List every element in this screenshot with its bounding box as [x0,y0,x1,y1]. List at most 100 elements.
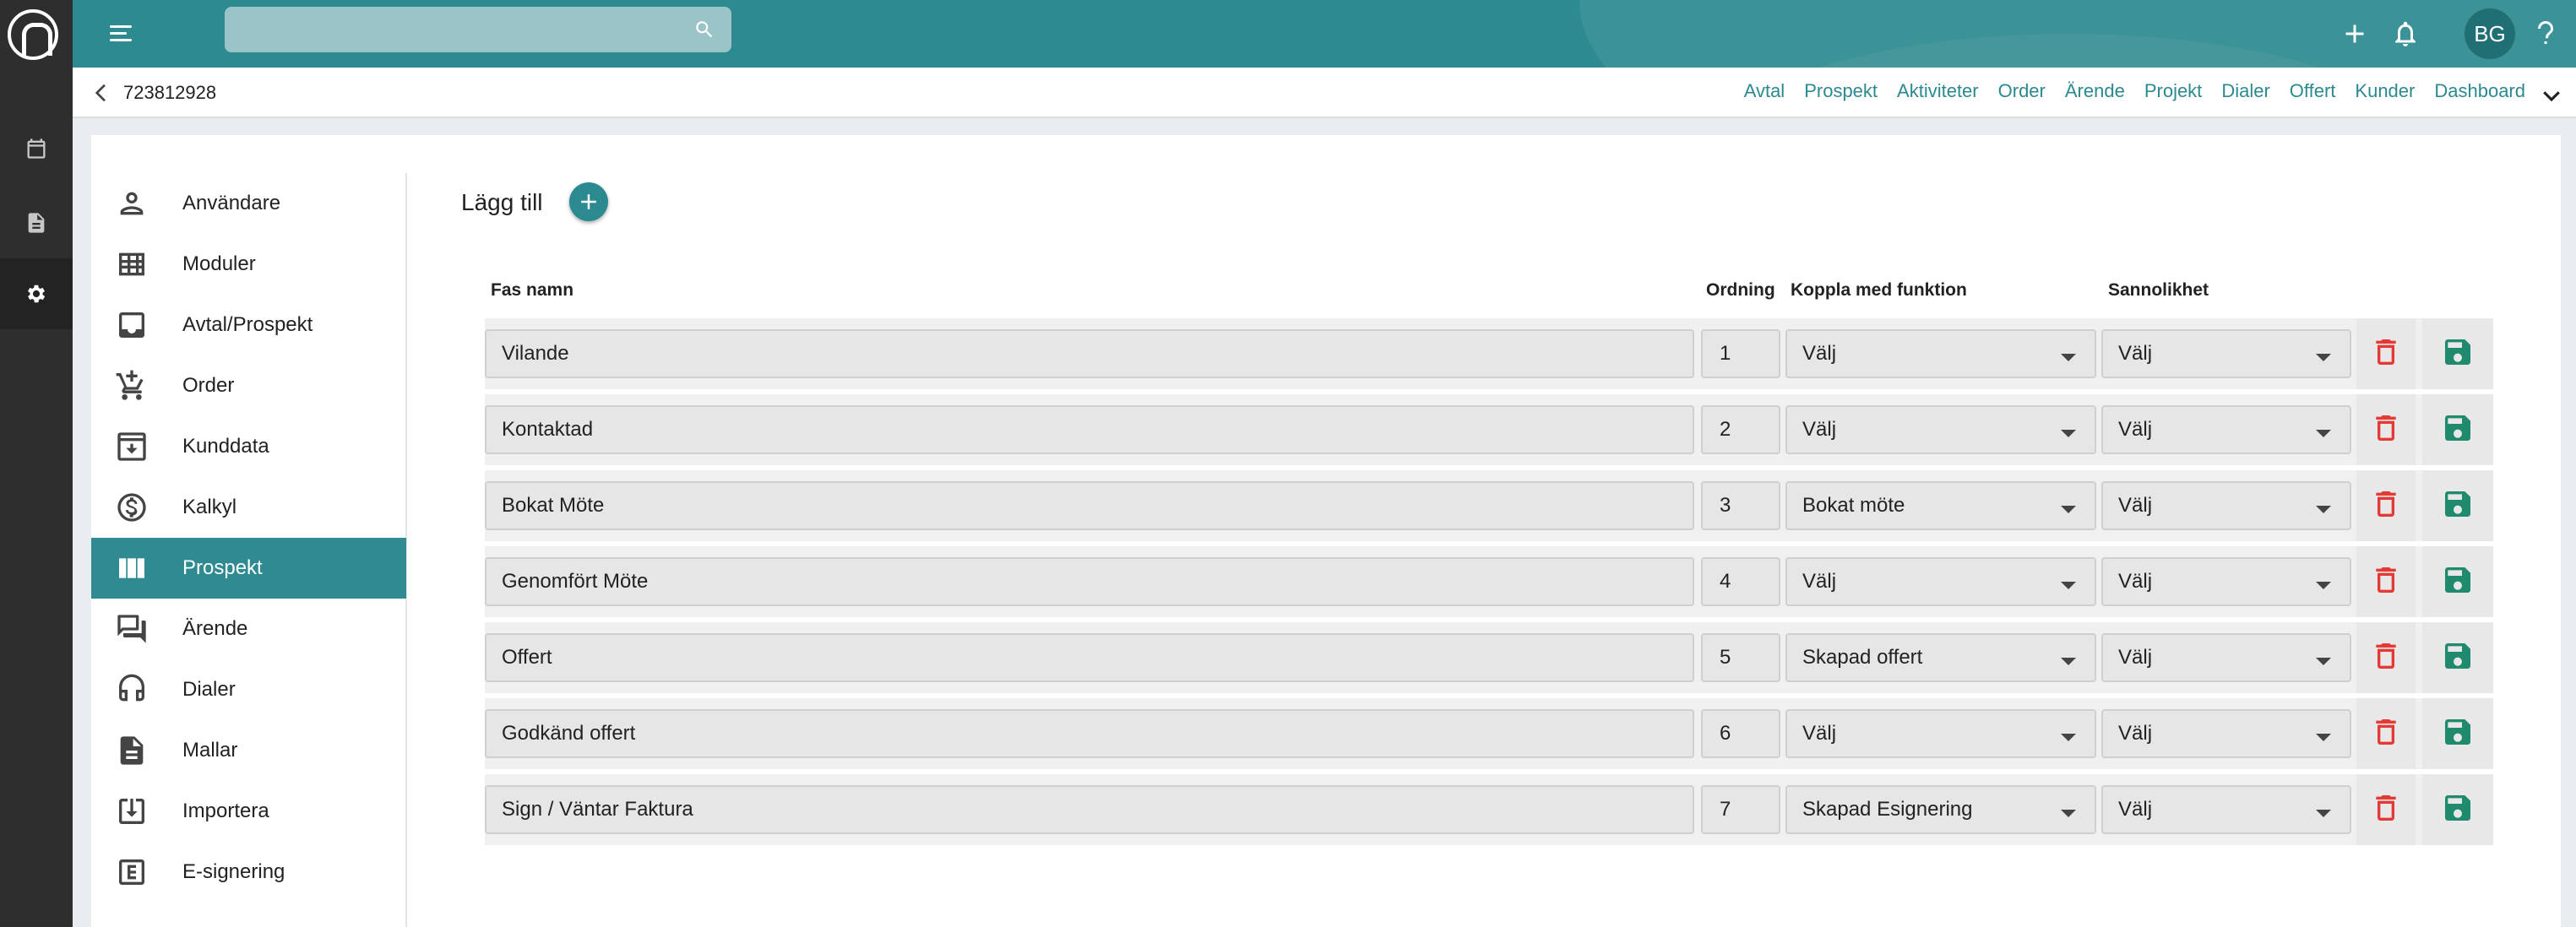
phase-order-field[interactable]: 1 [1701,329,1780,378]
column-header-function: Koppla med funktion [1791,280,1967,300]
delete-button[interactable] [2356,470,2416,541]
function-select[interactable]: Välj [1785,329,2096,378]
sidebar-item-importera[interactable]: Importera [91,781,406,842]
breadcrumb-bar: 723812928 Avtal Prospekt Aktiviteter Ord… [73,68,2576,118]
function-select[interactable]: Skapad offert [1785,633,2096,682]
chevron-down-icon[interactable] [2539,83,2564,108]
file-icon [113,732,150,769]
search-input[interactable] [225,7,731,52]
link-order[interactable]: Order [1998,78,2046,105]
function-select-value: Välj [1802,570,1837,593]
sidebar-item-dialer[interactable]: Dialer [91,659,406,720]
link-aktiviteter[interactable]: Aktiviteter [1897,78,1979,105]
delete-button[interactable] [2356,774,2416,845]
link-kunder[interactable]: Kunder [2355,78,2415,105]
function-select[interactable]: Skapad Esignering [1785,785,2096,834]
link-dashboard[interactable]: Dashboard [2434,78,2525,105]
module-links: Avtal Prospekt Aktiviteter Order Ärende … [1725,78,2525,105]
table-row: Vilande 1 Välj Välj [485,318,2493,389]
avatar[interactable]: BG [2465,8,2515,59]
phase-order-field[interactable]: 5 [1701,633,1780,682]
dropdown-caret-icon [2316,506,2331,513]
save-button[interactable] [2422,470,2493,541]
save-icon [2441,563,2475,601]
probability-select[interactable]: Välj [2101,785,2351,834]
function-select[interactable]: Välj [1785,709,2096,758]
sidebar-item-prospekt[interactable]: Prospekt [91,538,406,599]
save-button[interactable] [2422,774,2493,845]
function-select-value: Välj [1802,342,1837,365]
app-logo-icon[interactable] [8,9,58,60]
phase-name-field[interactable]: Bokat Möte [485,481,1694,530]
menu-icon[interactable] [106,19,137,49]
phase-name-field[interactable]: Genomfört Möte [485,557,1694,606]
gear-icon[interactable] [0,258,73,329]
link-arende[interactable]: Ärende [2065,78,2125,105]
delete-button[interactable] [2356,622,2416,693]
save-button[interactable] [2422,546,2493,617]
sidebar-item-order[interactable]: Order [91,355,406,416]
function-select[interactable]: Välj [1785,557,2096,606]
delete-button[interactable] [2356,698,2416,769]
phase-name-field[interactable]: Offert [485,633,1694,682]
save-button[interactable] [2422,698,2493,769]
sidebar-item-anvandare[interactable]: Användare [91,173,406,234]
delete-button[interactable] [2356,318,2416,389]
probability-select[interactable]: Välj [2101,329,2351,378]
phase-name-field[interactable]: Sign / Väntar Faktura [485,785,1694,834]
phase-name-field[interactable]: Godkänd offert [485,709,1694,758]
back-arrow-icon[interactable] [88,79,115,106]
save-button[interactable] [2422,394,2493,465]
table-row: Godkänd offert 6 Välj Välj [485,698,2493,769]
help-icon[interactable] [2525,14,2566,54]
dropdown-caret-icon [2061,734,2076,741]
link-projekt[interactable]: Projekt [2144,78,2202,105]
link-prospekt[interactable]: Prospekt [1804,78,1878,105]
sidebar-item-e-signering[interactable]: E-signering [91,842,406,903]
sidebar-item-label: Användare [182,192,281,214]
save-button[interactable] [2422,318,2493,389]
probability-select[interactable]: Välj [2101,405,2351,454]
probability-select[interactable]: Välj [2101,557,2351,606]
phase-order-field[interactable]: 2 [1701,405,1780,454]
dropdown-caret-icon [2316,810,2331,817]
sidebar-item-kunddata[interactable]: Kunddata [91,416,406,477]
link-dialer[interactable]: Dialer [2221,78,2269,105]
dropdown-caret-icon [2316,734,2331,741]
phase-order-field[interactable]: 6 [1701,709,1780,758]
delete-button[interactable] [2356,394,2416,465]
function-select[interactable]: Välj [1785,405,2096,454]
dropdown-caret-icon [2061,506,2076,513]
sidebar-item-moduler[interactable]: Moduler [91,234,406,295]
probability-select-value: Välj [2118,798,2153,821]
function-select[interactable]: Bokat möte [1785,481,2096,530]
phase-order-field[interactable]: 3 [1701,481,1780,530]
sidebar-item-label: Ärende [182,617,248,640]
sidebar-item-kalkyl[interactable]: Kalkyl [91,477,406,538]
save-button[interactable] [2422,622,2493,693]
add-icon[interactable] [2334,14,2375,54]
phase-order-field[interactable]: 4 [1701,557,1780,606]
search-icon[interactable] [693,19,715,41]
trash-icon [2369,563,2403,601]
delete-button[interactable] [2356,546,2416,617]
bell-icon[interactable] [2385,14,2426,54]
phase-order-field[interactable]: 7 [1701,785,1780,834]
sidebar-item-label: Mallar [182,739,238,762]
sidebar-item-arende[interactable]: Ärende [91,599,406,659]
phase-name-field[interactable]: Kontaktad [485,405,1694,454]
sidebar-item-label: Prospekt [182,556,263,579]
sidebar-item-label: Importera [182,800,269,822]
add-phase-button[interactable] [569,182,608,221]
document-icon[interactable] [0,187,73,258]
esign-icon [113,854,150,891]
calendar-icon[interactable] [0,113,73,184]
link-offert[interactable]: Offert [2290,78,2336,105]
phase-name-field[interactable]: Vilande [485,329,1694,378]
probability-select[interactable]: Välj [2101,633,2351,682]
link-avtal[interactable]: Avtal [1744,78,1785,105]
sidebar-item-mallar[interactable]: Mallar [91,720,406,781]
sidebar-item-avtal-prospekt[interactable]: Avtal/Prospekt [91,295,406,355]
probability-select[interactable]: Välj [2101,481,2351,530]
probability-select[interactable]: Välj [2101,709,2351,758]
